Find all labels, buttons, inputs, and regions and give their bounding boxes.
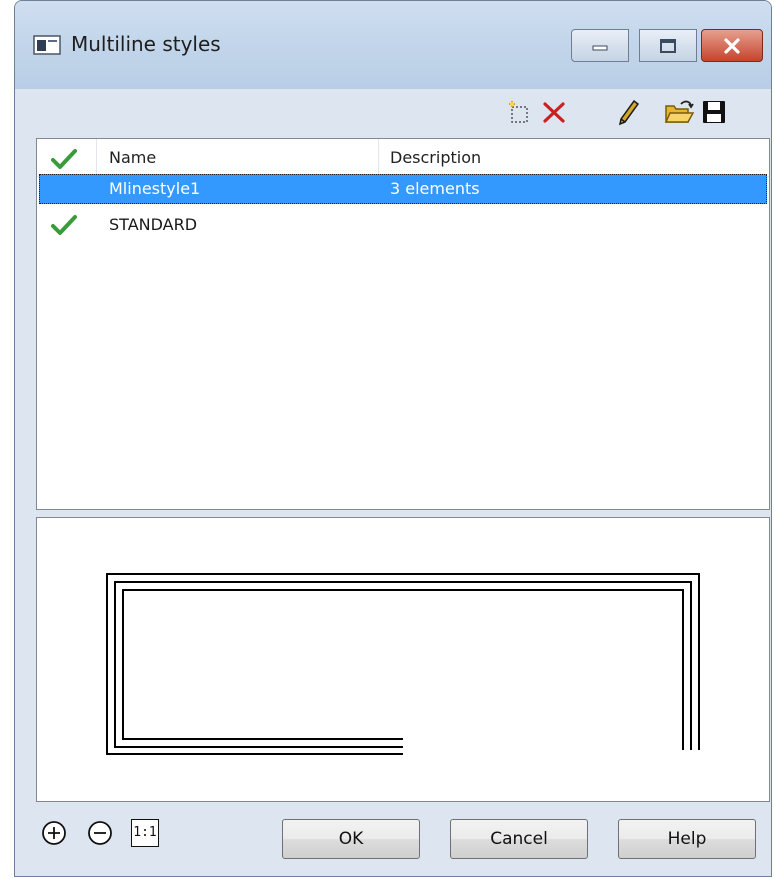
preview-line-outer bbox=[106, 573, 700, 755]
list-header: Name Description bbox=[37, 139, 769, 177]
delete-button[interactable] bbox=[536, 94, 572, 130]
close-button[interactable] bbox=[701, 29, 763, 62]
zoom-out-icon[interactable] bbox=[86, 819, 114, 847]
minimize-button[interactable] bbox=[571, 29, 629, 62]
load-button[interactable] bbox=[661, 94, 697, 130]
style-name: Mlinestyle1 bbox=[109, 179, 201, 198]
window-title: Multiline styles bbox=[71, 32, 221, 56]
style-name: STANDARD bbox=[109, 215, 198, 234]
maximize-button[interactable] bbox=[639, 29, 697, 62]
pencil-icon bbox=[618, 99, 640, 126]
minimize-icon bbox=[592, 45, 608, 50]
new-style-icon bbox=[509, 101, 528, 123]
open-folder-icon bbox=[664, 100, 695, 123]
ok-button[interactable]: OK bbox=[282, 819, 420, 859]
preview-line-middle bbox=[114, 581, 692, 750]
actual-size-button[interactable]: 1:1 bbox=[131, 819, 159, 847]
close-icon bbox=[724, 37, 740, 54]
column-separator[interactable] bbox=[96, 139, 97, 176]
cancel-button[interactable]: Cancel bbox=[450, 819, 588, 859]
column-separator[interactable] bbox=[378, 139, 379, 176]
styles-list[interactable]: Name Description Mlinestyle1 3 elements … bbox=[36, 138, 770, 510]
toolbar bbox=[15, 89, 771, 135]
new-style-button[interactable] bbox=[500, 94, 536, 130]
title-bar[interactable]: Multiline styles bbox=[15, 1, 771, 89]
style-preview bbox=[36, 517, 770, 802]
help-button[interactable]: Help bbox=[618, 819, 756, 859]
list-item[interactable]: Mlinestyle1 3 elements bbox=[39, 174, 767, 204]
column-header-description[interactable]: Description bbox=[390, 139, 750, 176]
multiline-preview-drawing bbox=[106, 573, 700, 755]
delete-icon bbox=[543, 102, 565, 123]
zoom-in-icon[interactable] bbox=[40, 819, 68, 847]
list-item[interactable]: STANDARD bbox=[39, 210, 767, 240]
column-header-current[interactable] bbox=[51, 139, 91, 176]
multiline-styles-dialog: Multiline styles Name Description Mlines… bbox=[14, 0, 772, 877]
style-description: 3 elements bbox=[390, 179, 480, 198]
maximize-icon bbox=[660, 38, 676, 53]
save-button[interactable] bbox=[696, 94, 732, 130]
checkmark-icon bbox=[51, 149, 77, 169]
save-disk-icon bbox=[703, 101, 725, 123]
edit-button[interactable] bbox=[610, 94, 646, 130]
preview-line-inner bbox=[122, 589, 684, 750]
column-header-name[interactable]: Name bbox=[109, 139, 369, 176]
window-icon bbox=[33, 35, 61, 55]
current-style-checkmark-icon bbox=[51, 215, 77, 235]
